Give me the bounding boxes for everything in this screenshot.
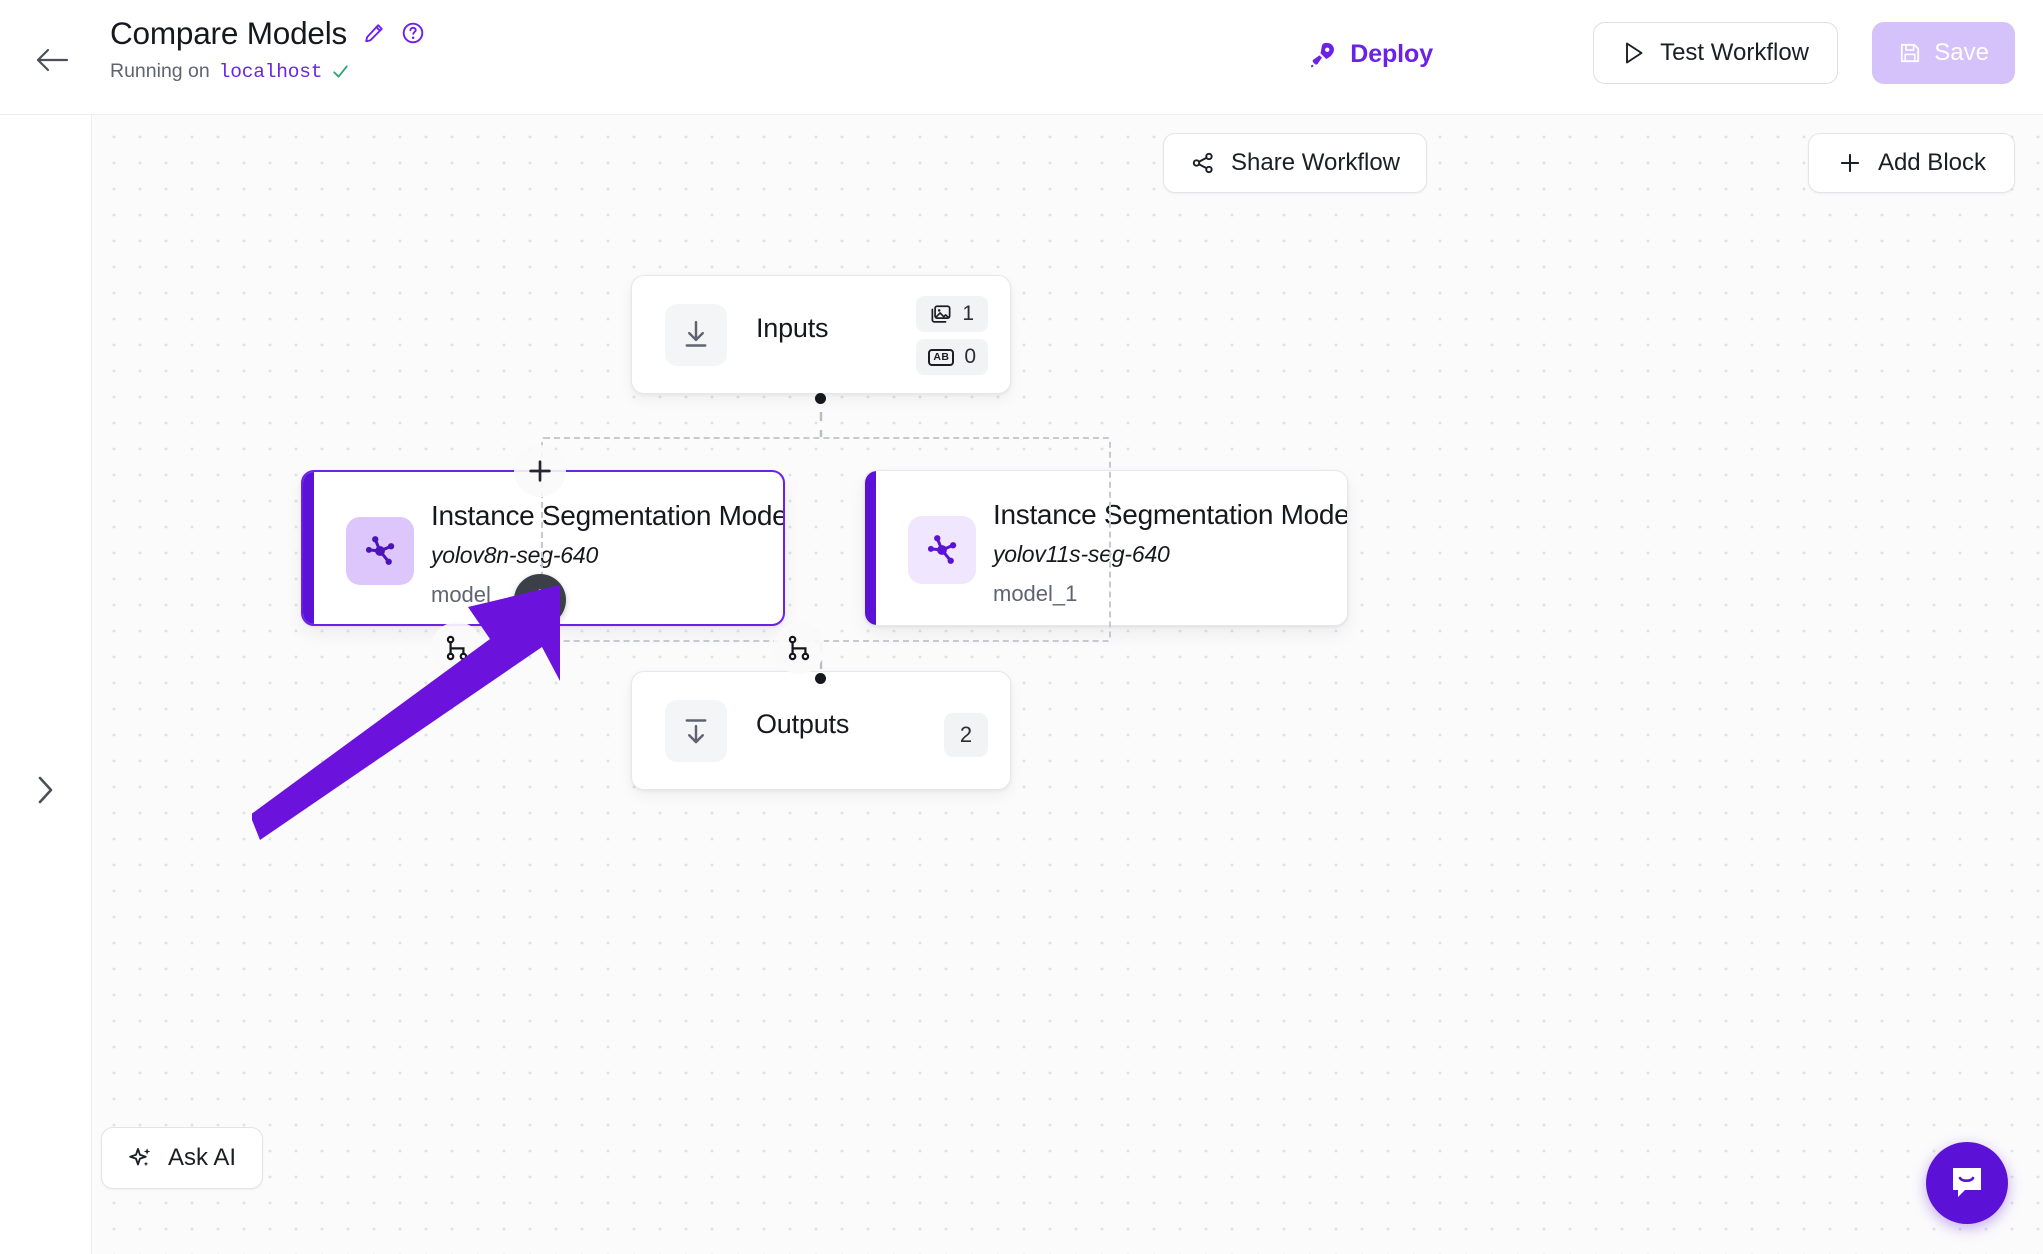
question-mark-circle-icon[interactable] xyxy=(401,21,425,45)
share-nodes-icon xyxy=(1192,152,1213,174)
runtime-status: Running on localhost xyxy=(110,60,425,83)
runtime-host: localhost xyxy=(218,60,323,83)
add-block-button[interactable]: Add Block xyxy=(1807,133,2015,193)
add-block-label: Add Block xyxy=(1877,149,1986,176)
share-workflow-button[interactable]: Share Workflow xyxy=(1163,133,1427,193)
git-branch-icon xyxy=(446,635,468,661)
back-button[interactable] xyxy=(30,38,74,82)
workflow-canvas[interactable]: Share Workflow Add Block Inputs 1 AB 0 I… xyxy=(92,115,2043,1254)
top-bar: Compare Models Running on localhost Depl… xyxy=(0,0,2043,115)
plus-icon xyxy=(1840,153,1860,173)
sparkles-icon xyxy=(129,1147,151,1167)
edge-endpoint-dot-inputs xyxy=(815,393,826,404)
plus-icon xyxy=(529,589,551,611)
floppy-disk-icon xyxy=(1901,43,1920,63)
plus-icon xyxy=(529,460,551,482)
parallel-branch-group-boundary xyxy=(541,437,1111,642)
ask-ai-label: Ask AI xyxy=(168,1144,237,1171)
save-button[interactable]: Save xyxy=(1872,22,2015,84)
model-left-output-handle[interactable] xyxy=(773,622,825,674)
rocket-icon xyxy=(1311,42,1335,68)
save-label: Save xyxy=(1934,39,1989,66)
test-workflow-label: Test Workflow xyxy=(1660,39,1809,66)
ask-ai-button[interactable]: Ask AI xyxy=(101,1127,264,1189)
collapsed-sidebar xyxy=(0,115,92,1254)
page-title: Compare Models xyxy=(110,15,348,51)
chevron-right-icon xyxy=(38,776,53,804)
edge-endpoint-dot-outputs xyxy=(815,673,826,684)
share-workflow-label: Share Workflow xyxy=(1231,149,1400,176)
test-workflow-button[interactable]: Test Workflow xyxy=(1593,22,1838,84)
arrow-left-icon xyxy=(36,48,69,72)
pencil-icon[interactable] xyxy=(363,22,385,44)
add-block-below-model-button[interactable] xyxy=(514,574,566,626)
model-left-input-handle[interactable] xyxy=(431,622,483,674)
intercom-chat-icon xyxy=(1953,1168,1981,1197)
git-branch-icon xyxy=(788,635,810,661)
chat-widget-button[interactable] xyxy=(1926,1142,2008,1224)
play-icon xyxy=(1626,42,1643,64)
connection-edges xyxy=(819,394,823,671)
workflow-title-block: Compare Models Running on localhost xyxy=(110,13,425,83)
sidebar-expand-button[interactable] xyxy=(26,770,66,810)
deploy-button[interactable]: Deploy xyxy=(1298,31,1443,77)
check-icon xyxy=(333,65,348,78)
add-block-above-model-button[interactable] xyxy=(514,445,566,497)
runtime-status-prefix: Running on xyxy=(110,60,210,82)
deploy-label: Deploy xyxy=(1350,39,1433,68)
